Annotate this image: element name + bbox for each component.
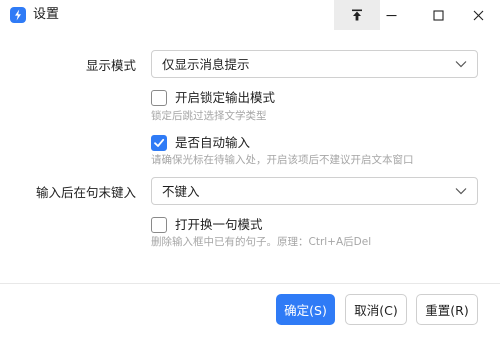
sentence-mode-checkbox[interactable] xyxy=(151,217,167,233)
lock-output-checkbox[interactable] xyxy=(151,90,167,106)
end-key-value: 不键入 xyxy=(162,184,200,199)
title-bar: 设置 xyxy=(0,0,500,30)
pin-to-top-icon xyxy=(352,9,362,21)
auto-input-label[interactable]: 是否自动输入 xyxy=(175,135,250,151)
ok-button[interactable]: 确定(S) xyxy=(276,294,335,325)
lock-output-label[interactable]: 开启锁定输出模式 xyxy=(175,90,275,106)
chevron-down-icon xyxy=(455,61,467,68)
sentence-mode-hint: 删除输入框中已有的句子。原理：Ctrl+A后Del xyxy=(151,236,372,248)
maximize-icon xyxy=(432,9,444,21)
maximize-button[interactable] xyxy=(416,0,460,30)
settings-window: 设置 显示模式 仅显示消息提示 开启锁定输出模式 锁定后跳过选择文学类型 是否自… xyxy=(0,0,500,341)
cancel-button[interactable]: 取消(C) xyxy=(345,294,407,325)
display-mode-select[interactable]: 仅显示消息提示 xyxy=(151,50,478,78)
auto-input-checkbox[interactable] xyxy=(151,135,167,151)
checkmark-icon xyxy=(154,138,165,147)
reset-button[interactable]: 重置(R) xyxy=(416,294,478,325)
chevron-down-icon xyxy=(455,188,467,195)
auto-input-hint: 请确保光标在待输入处，开启该项后不建议开启文本窗口 xyxy=(151,154,414,166)
end-key-select[interactable]: 不键入 xyxy=(151,177,478,205)
display-mode-value: 仅显示消息提示 xyxy=(162,57,250,72)
end-key-label: 输入后在句末键入 xyxy=(35,185,136,200)
lightning-bolt-icon xyxy=(10,7,26,23)
footer-divider xyxy=(0,283,500,284)
lock-output-hint: 锁定后跳过选择文学类型 xyxy=(151,110,267,122)
close-icon xyxy=(473,10,483,20)
minimize-icon xyxy=(386,14,396,16)
close-button[interactable] xyxy=(456,0,500,30)
window-title: 设置 xyxy=(33,7,60,22)
minimize-button[interactable] xyxy=(369,0,413,30)
display-mode-label: 显示模式 xyxy=(85,58,136,73)
sentence-mode-label[interactable]: 打开换一句模式 xyxy=(175,217,263,233)
